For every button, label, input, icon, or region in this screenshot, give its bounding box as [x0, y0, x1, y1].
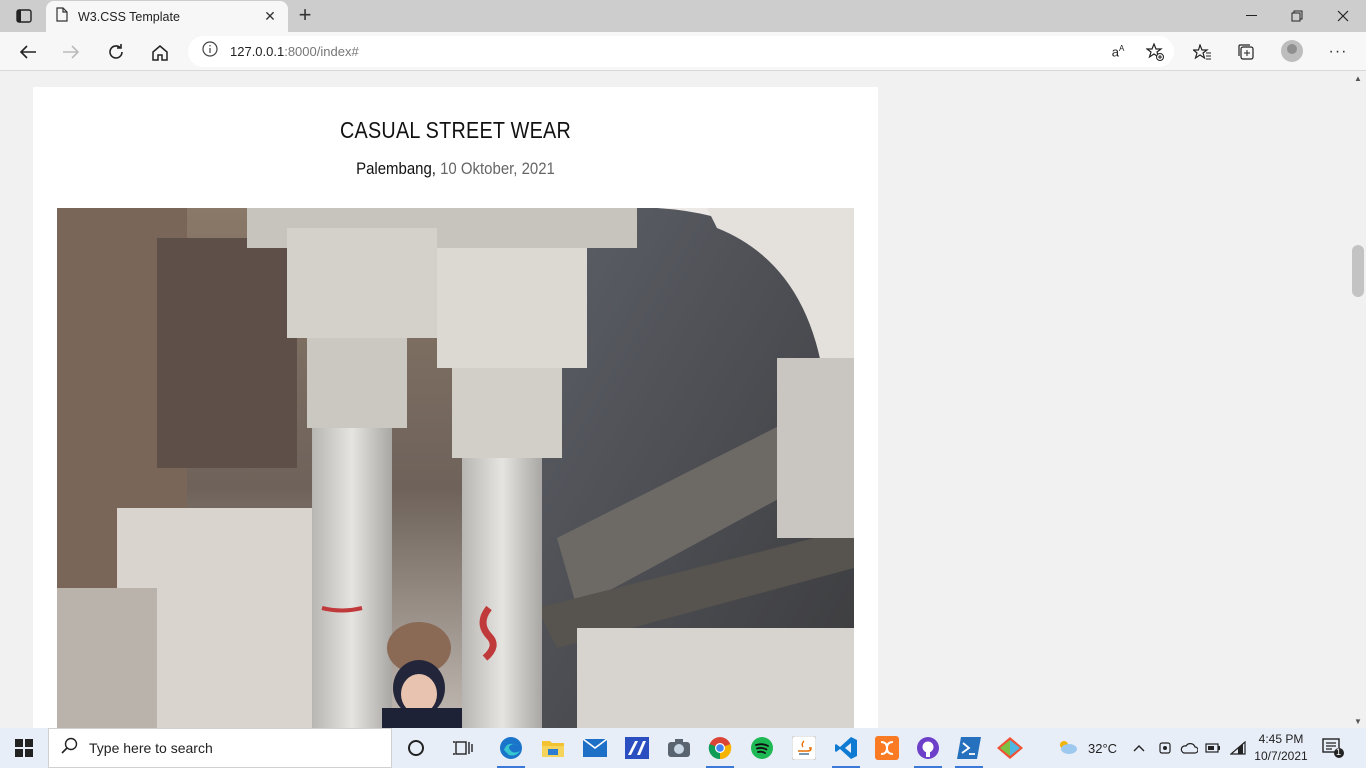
wifi-icon[interactable]	[1230, 728, 1246, 768]
battery-icon[interactable]	[1205, 728, 1221, 768]
taskbar-search[interactable]: Type here to search	[48, 728, 392, 768]
close-icon[interactable]: ✕	[262, 8, 278, 25]
search-icon	[61, 737, 79, 760]
back-icon[interactable]	[13, 37, 43, 67]
page-viewport: CASUAL STREET WEAR Palembang, 10 Oktober…	[0, 72, 1350, 728]
tab-title: W3.CSS Template	[78, 9, 180, 24]
task-view-icon[interactable]	[445, 732, 481, 764]
clock-date: 10/7/2021	[1254, 749, 1308, 763]
cortana-icon[interactable]	[398, 732, 434, 764]
post-location: Palembang,	[356, 159, 436, 178]
vscode-icon[interactable]	[828, 732, 864, 768]
meet-icon[interactable]	[1158, 728, 1172, 768]
browser-toolbar: 127.0.0.1:8000/index# aA ···	[0, 32, 1366, 71]
edge-icon[interactable]	[493, 732, 529, 768]
mail-icon[interactable]	[577, 732, 613, 764]
scroll-down-icon[interactable]: ▼	[1354, 717, 1362, 726]
chevron-up-icon[interactable]	[1133, 728, 1145, 768]
onedrive-icon[interactable]	[1180, 728, 1198, 768]
forward-icon[interactable]	[56, 37, 86, 67]
post-meta: Palembang, 10 Oktober, 2021	[84, 159, 828, 179]
camera-icon[interactable]	[661, 732, 697, 764]
scroll-thumb[interactable]	[1352, 245, 1364, 297]
search-placeholder: Type here to search	[89, 740, 213, 756]
more-icon[interactable]: ···	[1323, 37, 1353, 67]
java-icon[interactable]	[786, 732, 822, 764]
taskbar-clock[interactable]: 4:45 PM 10/7/2021	[1250, 731, 1312, 765]
spotify-icon[interactable]	[744, 732, 780, 764]
favorites-icon[interactable]	[1187, 37, 1217, 67]
page-scrollbar[interactable]: ▲ ▼	[1350, 72, 1366, 728]
profile-icon[interactable]	[1281, 40, 1303, 62]
github-icon[interactable]	[910, 732, 946, 768]
restore-icon[interactable]	[1274, 0, 1320, 32]
browser-titlebar: W3.CSS Template ✕ +	[0, 0, 1366, 32]
post-date: 10 Oktober, 2021	[435, 159, 555, 178]
page-icon	[56, 6, 68, 27]
notification-count: 1	[1336, 747, 1342, 757]
home-icon[interactable]	[145, 37, 175, 67]
windows-start-icon[interactable]	[0, 728, 48, 768]
git-icon[interactable]	[992, 732, 1028, 764]
post-title: CASUAL STREET WEAR	[339, 117, 572, 143]
weather-temp: 32°C	[1088, 740, 1118, 756]
scroll-up-icon[interactable]: ▲	[1354, 74, 1362, 83]
new-tab-icon[interactable]: +	[293, 4, 317, 28]
browser-tab[interactable]: W3.CSS Template ✕	[46, 1, 288, 32]
clock-time: 4:45 PM	[1258, 732, 1304, 746]
tab-actions-icon[interactable]	[10, 6, 38, 26]
read-aloud-icon[interactable]: aA	[1103, 37, 1133, 67]
weather-icon	[1056, 738, 1078, 759]
refresh-icon[interactable]	[101, 37, 131, 67]
address-bar[interactable]: 127.0.0.1:8000/index#	[188, 36, 1174, 67]
xampp-icon[interactable]	[869, 732, 905, 764]
blog-post-card: CASUAL STREET WEAR Palembang, 10 Oktober…	[33, 87, 878, 728]
window-close-icon[interactable]	[1320, 0, 1366, 32]
url-text: 127.0.0.1:8000/index#	[230, 44, 359, 59]
minimize-icon[interactable]	[1228, 0, 1274, 32]
add-favorite-icon[interactable]	[1140, 37, 1170, 67]
info-icon[interactable]	[202, 41, 218, 62]
windows-taskbar: Type here to search 32°C 4:45 PM 10/7/20…	[0, 728, 1366, 768]
chrome-icon[interactable]	[702, 732, 738, 768]
notification-icon[interactable]: 1	[1322, 728, 1344, 768]
post-photo	[57, 208, 854, 728]
collections-icon[interactable]	[1231, 37, 1261, 67]
weather-widget[interactable]: 32°C	[1056, 728, 1117, 768]
file-explorer-icon[interactable]	[535, 732, 571, 764]
app-icon[interactable]	[619, 732, 655, 764]
powershell-icon[interactable]	[951, 732, 987, 768]
